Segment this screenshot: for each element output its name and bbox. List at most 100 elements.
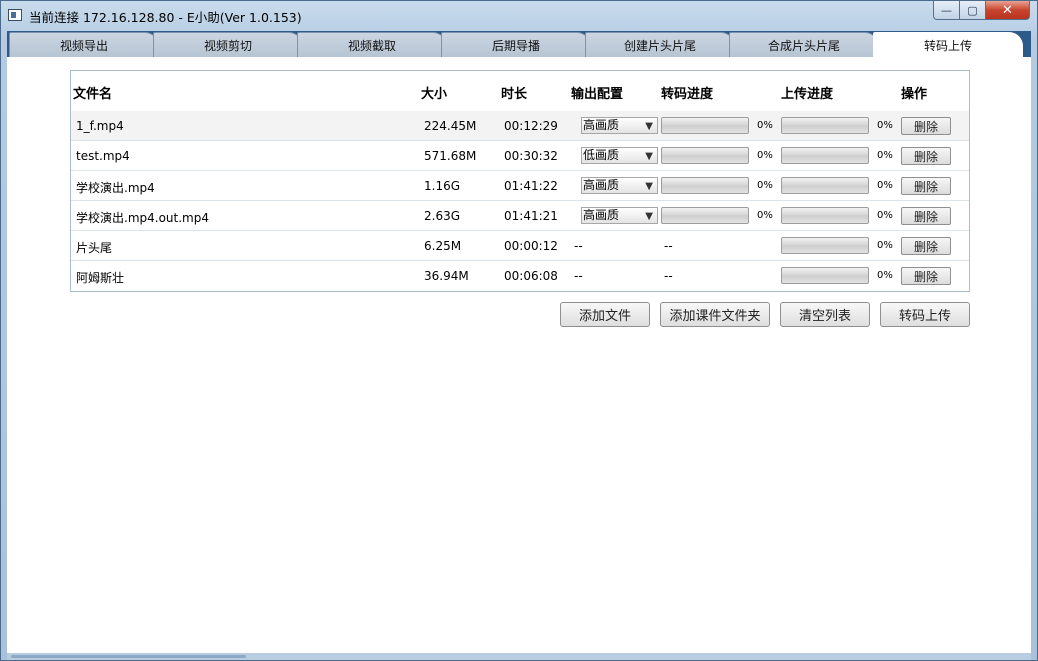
delete-button[interactable]: 删除	[901, 237, 951, 255]
header-filename: 文件名	[73, 87, 113, 102]
table-row[interactable]: 片头尾 6.25M 00:00:12 -- -- 0% 删除	[71, 231, 969, 261]
file-name: test.mp4	[76, 149, 130, 163]
tab-label: 合成片头片尾	[767, 38, 840, 53]
output-config-select[interactable]: 高画质 ▼	[581, 177, 658, 194]
tab-post-direct[interactable]: 后期导播	[441, 32, 591, 57]
scrollbar-thumb[interactable]	[11, 655, 246, 658]
table-row[interactable]: 1_f.mp4 224.45M 00:12:29 高画质 ▼ 0% 0% 删除	[71, 111, 969, 141]
table-row[interactable]: test.mp4 571.68M 00:30:32 低画质 ▼ 0% 0% 删除	[71, 141, 969, 171]
file-name: 阿姆斯壮	[76, 271, 125, 285]
tab-label: 创建片头片尾	[623, 38, 696, 53]
minimize-icon: —	[941, 3, 952, 17]
tab-transcode-upload[interactable]: 转码上传	[873, 32, 1023, 58]
chevron-down-icon: ▼	[645, 121, 653, 132]
upload-percent: 0%	[877, 180, 893, 191]
file-name: 1_f.mp4	[76, 119, 124, 133]
file-duration: 00:12:29	[504, 119, 558, 133]
upload-percent: 0%	[877, 210, 893, 221]
add-folder-button[interactable]: 添加课件文件夹	[660, 302, 770, 327]
transcode-upload-button[interactable]: 转码上传	[880, 302, 970, 327]
select-value: 高画质	[583, 208, 620, 222]
transcode-text: --	[664, 269, 673, 283]
tab-create-intro-outro[interactable]: 创建片头片尾	[585, 32, 735, 57]
tab-label: 视频截取	[347, 38, 396, 53]
delete-button[interactable]: 删除	[901, 147, 951, 165]
header-action: 操作	[901, 87, 928, 102]
tab-video-cut[interactable]: 视频剪切	[153, 32, 303, 57]
file-size: 6.25M	[424, 239, 462, 253]
tab-label: 后期导播	[491, 38, 540, 53]
table-header: 文件名 大小 时长 输出配置 转码进度 上传进度 操作	[71, 71, 969, 112]
delete-button[interactable]: 删除	[901, 117, 951, 135]
upload-progress-bar	[781, 177, 869, 194]
file-name: 学校演出.mp4.out.mp4	[76, 211, 209, 225]
file-duration: 00:30:32	[504, 149, 558, 163]
file-name: 片头尾	[76, 241, 113, 255]
transcode-percent: 0%	[757, 120, 773, 131]
delete-button[interactable]: 删除	[901, 267, 951, 285]
transcode-progress-bar	[661, 147, 749, 164]
table-row[interactable]: 学校演出.mp4 1.16G 01:41:22 高画质 ▼ 0% 0% 删除	[71, 171, 969, 201]
file-duration: 01:41:22	[504, 179, 558, 193]
table-row[interactable]: 阿姆斯壮 36.94M 00:06:08 -- -- 0% 删除	[71, 261, 969, 291]
file-size: 224.45M	[424, 119, 477, 133]
tab-label: 视频剪切	[203, 38, 252, 53]
header-transcode-progress: 转码进度	[661, 87, 714, 102]
close-button[interactable]: ✕	[986, 1, 1030, 20]
chevron-down-icon: ▼	[645, 151, 653, 162]
window-title: 当前连接 172.16.128.80 - E小助(Ver 1.0.153)	[29, 10, 302, 25]
add-file-button[interactable]: 添加文件	[560, 302, 650, 327]
output-config-text: --	[574, 269, 583, 283]
upload-progress-bar	[781, 117, 869, 134]
select-value: 高画质	[583, 178, 620, 192]
transcode-percent: 0%	[757, 180, 773, 191]
minimize-button[interactable]: —	[933, 1, 960, 20]
app-window: 当前连接 172.16.128.80 - E小助(Ver 1.0.153) — …	[0, 0, 1038, 661]
delete-button[interactable]: 删除	[901, 177, 951, 195]
transcode-percent: 0%	[757, 210, 773, 221]
tab-label: 视频导出	[59, 38, 108, 53]
output-config-select[interactable]: 高画质 ▼	[581, 207, 658, 224]
upload-progress-bar	[781, 237, 869, 254]
upload-percent: 0%	[877, 240, 893, 251]
file-size: 2.63G	[424, 209, 461, 223]
tab-content: 文件名 大小 时长 输出配置 转码进度 上传进度 操作 1_f.mp4 224.…	[7, 57, 1031, 653]
app-icon	[8, 9, 22, 21]
maximize-button[interactable]: ▢	[960, 1, 986, 20]
transcode-progress-bar	[661, 177, 749, 194]
upload-percent: 0%	[877, 270, 893, 281]
maximize-icon: ▢	[967, 3, 978, 17]
header-output-config: 输出配置	[571, 87, 624, 102]
transcode-progress-bar	[661, 117, 749, 134]
file-duration: 00:06:08	[504, 269, 558, 283]
upload-percent: 0%	[877, 120, 893, 131]
file-duration: 01:41:21	[504, 209, 558, 223]
close-icon: ✕	[1002, 2, 1013, 18]
file-table: 文件名 大小 时长 输出配置 转码进度 上传进度 操作 1_f.mp4 224.…	[70, 70, 970, 292]
table-row[interactable]: 学校演出.mp4.out.mp4 2.63G 01:41:21 高画质 ▼ 0%…	[71, 201, 969, 231]
output-config-select[interactable]: 低画质 ▼	[581, 147, 658, 164]
select-value: 低画质	[583, 148, 620, 162]
window-controls: — ▢ ✕	[933, 1, 1030, 21]
tab-merge-intro-outro[interactable]: 合成片头片尾	[729, 32, 879, 57]
file-size: 571.68M	[424, 149, 477, 163]
header-size: 大小	[421, 87, 448, 102]
horizontal-scrollbar[interactable]	[7, 653, 1031, 660]
transcode-text: --	[664, 239, 673, 253]
clear-list-button[interactable]: 清空列表	[780, 302, 870, 327]
tab-label: 转码上传	[923, 39, 972, 53]
transcode-percent: 0%	[757, 150, 773, 161]
transcode-progress-bar	[661, 207, 749, 224]
tab-video-clip[interactable]: 视频截取	[297, 32, 447, 57]
file-duration: 00:00:12	[504, 239, 558, 253]
tab-bar: 视频导出 视频剪切 视频截取 后期导播 创建片头片尾 合成片头片尾 转码上传	[7, 31, 1031, 58]
file-name: 学校演出.mp4	[76, 181, 155, 195]
title-bar[interactable]: 当前连接 172.16.128.80 - E小助(Ver 1.0.153) — …	[1, 1, 1037, 29]
tab-video-export[interactable]: 视频导出	[9, 32, 159, 57]
output-config-select[interactable]: 高画质 ▼	[581, 117, 658, 134]
upload-progress-bar	[781, 207, 869, 224]
chevron-down-icon: ▼	[645, 211, 653, 222]
file-size: 1.16G	[424, 179, 461, 193]
delete-button[interactable]: 删除	[901, 207, 951, 225]
select-value: 高画质	[583, 118, 620, 132]
